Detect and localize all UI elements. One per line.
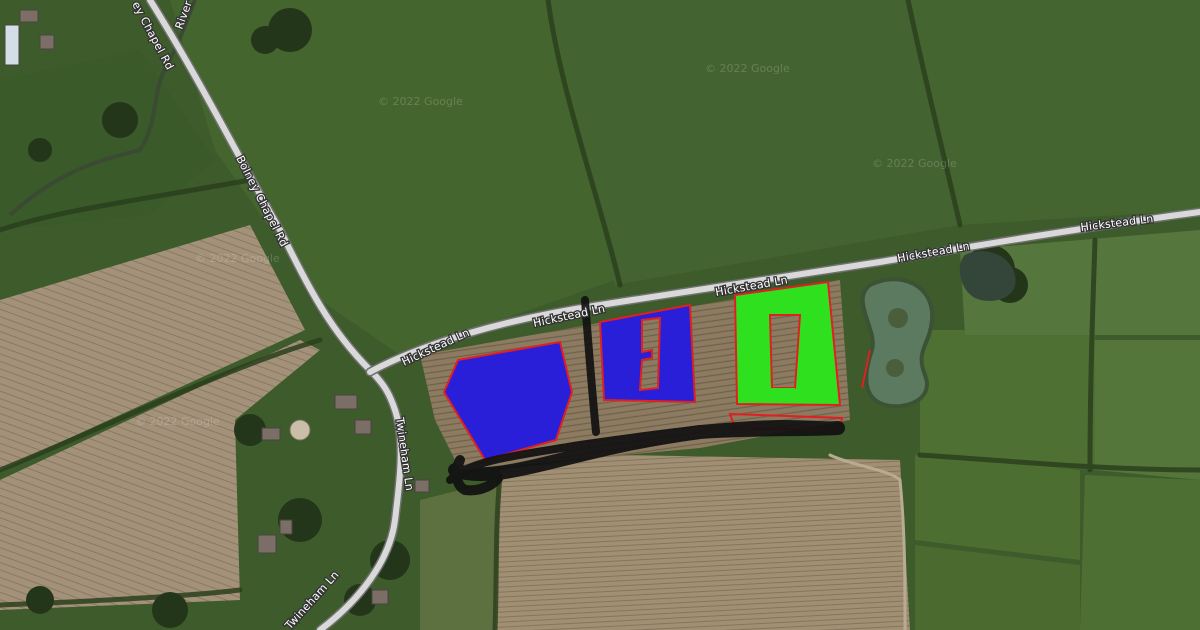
watermark-5: © 2022 Google <box>135 415 220 428</box>
watermark-2: © 2022 Google <box>705 62 790 75</box>
roundabout-garden <box>289 419 311 441</box>
watermark-1: © 2022 Google <box>378 95 463 108</box>
satellite-map[interactable]: © 2022 Google © 2022 Google © 2022 Googl… <box>0 0 1200 630</box>
grass-field-east <box>920 330 1095 470</box>
grass-field-east-2 <box>1095 340 1200 480</box>
watermark-4: © 2022 Google <box>195 252 280 265</box>
crop-field-south <box>495 455 910 630</box>
grass-field-east-lower <box>1080 475 1200 630</box>
watermark-3: © 2022 Google <box>872 157 957 170</box>
green-area-notch <box>768 388 800 402</box>
pond-island-1 <box>888 308 908 328</box>
pond-island-2 <box>886 359 904 377</box>
grass-field-south-west <box>420 480 500 630</box>
map-canvas[interactable]: © 2022 Google © 2022 Google © 2022 Googl… <box>0 0 1200 630</box>
pond <box>860 277 935 409</box>
